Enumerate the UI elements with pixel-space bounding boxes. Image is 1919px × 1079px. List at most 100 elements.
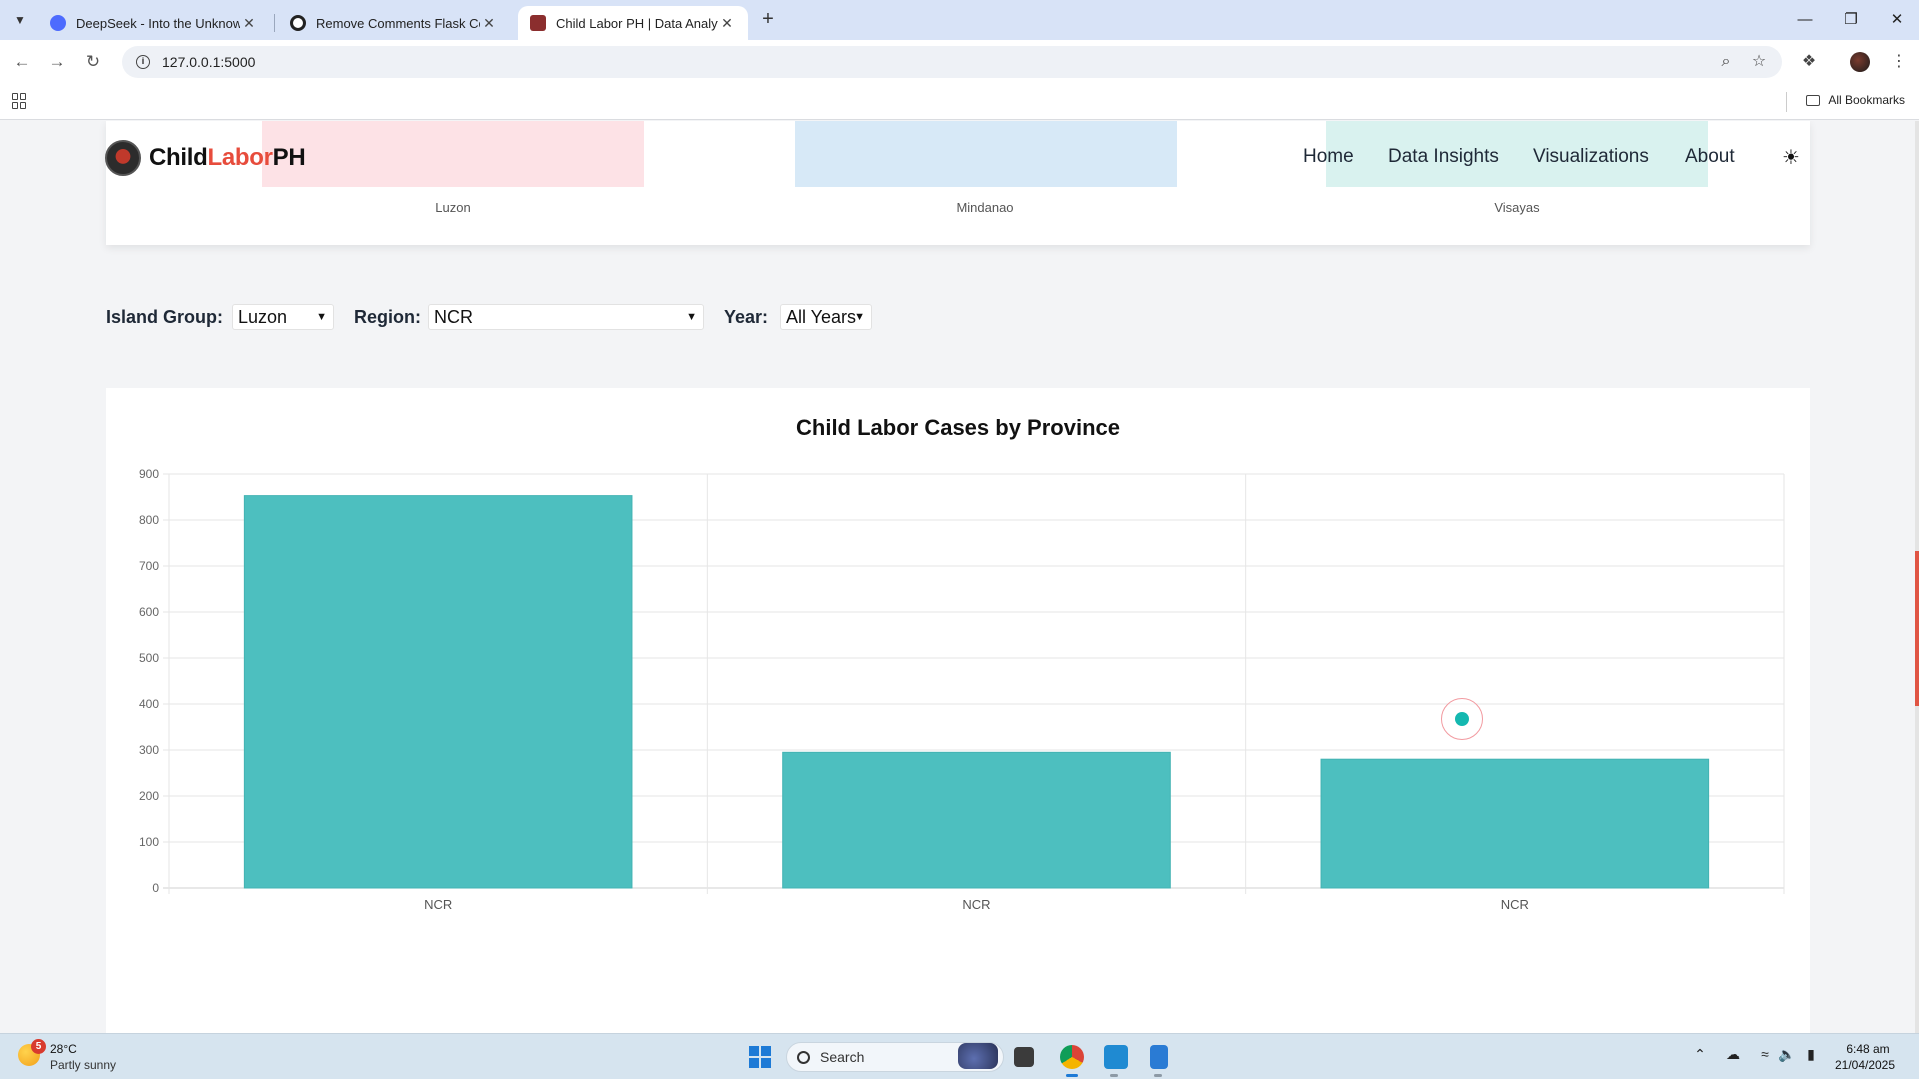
- folder-icon: [1806, 94, 1821, 106]
- wifi-icon[interactable]: ≈: [1755, 1046, 1775, 1062]
- chatgpt-favicon-icon: [290, 15, 306, 31]
- year-label: Year:: [724, 307, 769, 327]
- year-value: All Years: [786, 307, 857, 327]
- island-group-select[interactable]: Luzon ▼: [232, 304, 334, 330]
- x-tick-label: NCR: [962, 897, 990, 912]
- region-select[interactable]: NCR ▼: [428, 304, 704, 330]
- close-window-icon[interactable]: ✕: [1882, 8, 1912, 32]
- all-bookmarks-button[interactable]: All Bookmarks: [1806, 93, 1905, 107]
- vscode-running-indicator: [1110, 1074, 1118, 1077]
- browser-toolbar: ← → ↻ i 127.0.0.1:5000 ⌕ ☆ ❖ ⋮: [0, 40, 1919, 84]
- close-tab-icon[interactable]: ✕: [240, 15, 258, 32]
- vscode-taskbar-icon[interactable]: [1104, 1045, 1128, 1069]
- weather-temperature[interactable]: 28°C: [50, 1042, 77, 1056]
- chevron-down-icon: ▼: [686, 311, 697, 323]
- site-logo[interactable]: [105, 140, 141, 176]
- page-viewport: Luzon Mindanao Visayas ChildLaborPH Home…: [0, 121, 1919, 1033]
- nav-data-insights[interactable]: Data Insights: [1388, 146, 1499, 168]
- apps-grid-icon[interactable]: [12, 93, 28, 109]
- windows-taskbar: 5 28°C Partly sunny Search ⌃ ☁ ≈ 🔈 ▮ 6:4…: [0, 1033, 1919, 1079]
- bar: [782, 751, 1171, 889]
- tray-chevron-up-icon[interactable]: ⌃: [1690, 1046, 1710, 1063]
- y-tick-label: 900: [139, 467, 159, 481]
- bookmarks-divider: [1786, 92, 1787, 112]
- island-label-mindanao: Mindanao: [956, 200, 1014, 215]
- tab-search-chevron-icon[interactable]: ▼: [8, 9, 32, 31]
- search-icon: [797, 1050, 810, 1064]
- search-highlight-image[interactable]: [958, 1043, 998, 1069]
- region-value: NCR: [434, 307, 473, 327]
- island-label-visayas: Visayas: [1494, 200, 1540, 215]
- site-header: ChildLaborPH Home Data Insights Visualiz…: [0, 121, 1915, 195]
- zoom-icon[interactable]: ⌕: [1712, 46, 1740, 78]
- back-arrow-icon[interactable]: ←: [10, 50, 34, 74]
- close-tab-icon[interactable]: ✕: [718, 15, 736, 32]
- weather-description[interactable]: Partly sunny: [50, 1058, 116, 1072]
- year-select[interactable]: All Years ▼: [780, 304, 872, 330]
- close-tab-icon[interactable]: ✕: [480, 15, 498, 32]
- profile-avatar[interactable]: [1850, 52, 1870, 72]
- tab-title: Child Labor PH | Data Analytics: [556, 15, 718, 31]
- page-scrollbar[interactable]: [1915, 121, 1919, 1033]
- clock-time[interactable]: 6:48 am: [1838, 1042, 1898, 1056]
- x-tick-label: NCR: [1501, 897, 1529, 912]
- island-label-luzon: Luzon: [435, 200, 471, 215]
- y-tick-label: 600: [139, 605, 159, 619]
- minimize-window-icon[interactable]: —: [1790, 8, 1820, 32]
- site-brand[interactable]: ChildLaborPH: [149, 144, 306, 172]
- chevron-down-icon: ▼: [854, 311, 865, 323]
- x-tick-label: NCR: [424, 897, 452, 912]
- bookmarks-bar: All Bookmarks: [0, 84, 1919, 120]
- weather-badge: 5: [31, 1039, 46, 1054]
- chrome-active-indicator: [1066, 1074, 1078, 1077]
- notepad-taskbar-icon[interactable]: [1150, 1045, 1168, 1069]
- brand-text-child: Child: [149, 144, 208, 171]
- onedrive-cloud-icon[interactable]: ☁: [1723, 1046, 1743, 1063]
- tab-child-labor-ph[interactable]: Child Labor PH | Data Analytics ✕: [518, 6, 748, 40]
- reload-icon[interactable]: ↻: [81, 50, 105, 74]
- chevron-down-icon: ▼: [316, 311, 327, 323]
- island-group-value: Luzon: [238, 307, 288, 327]
- brand-text-labor: Labor: [207, 144, 273, 171]
- nav-about[interactable]: About: [1685, 146, 1735, 168]
- y-tick-label: 0: [152, 881, 159, 895]
- bar: [1320, 758, 1710, 889]
- task-view-icon[interactable]: [1014, 1047, 1034, 1067]
- tab-divider: [274, 14, 275, 32]
- childlaborph-favicon-icon: [530, 15, 546, 31]
- theme-toggle-sun-icon[interactable]: ☀: [1780, 147, 1802, 169]
- brand-text-ph: PH: [272, 144, 306, 171]
- y-tick-label: 300: [139, 743, 159, 757]
- forward-arrow-icon[interactable]: →: [45, 50, 69, 74]
- address-bar[interactable]: i 127.0.0.1:5000: [122, 46, 1782, 78]
- tab-deepseek[interactable]: DeepSeek - Into the Unknown ✕: [38, 6, 270, 40]
- tab-title: Remove Comments Flask Code: [316, 15, 480, 31]
- y-tick-label: 200: [139, 789, 159, 803]
- page-scrollbar-thumb[interactable]: [1915, 551, 1919, 706]
- chrome-taskbar-icon[interactable]: [1060, 1045, 1084, 1069]
- region-label: Region:: [354, 307, 421, 327]
- bookmark-star-icon[interactable]: ☆: [1745, 46, 1773, 78]
- y-tick-label: 500: [139, 651, 159, 665]
- all-bookmarks-label: All Bookmarks: [1828, 93, 1905, 107]
- windows-start-icon[interactable]: [749, 1046, 771, 1068]
- site-info-icon[interactable]: i: [136, 55, 150, 69]
- browser-tab-bar: ▼ DeepSeek - Into the Unknown ✕ Remove C…: [0, 0, 1919, 40]
- bar: [243, 495, 633, 889]
- nav-home[interactable]: Home: [1303, 146, 1354, 168]
- notepad-running-indicator: [1154, 1074, 1162, 1077]
- extensions-puzzle-icon[interactable]: ❖: [1797, 50, 1821, 74]
- island-group-label: Island Group:: [106, 307, 223, 327]
- nav-visualizations[interactable]: Visualizations: [1533, 146, 1649, 168]
- province-chart-card: Child Labor Cases by Province 0 100 200 300…: [106, 388, 1810, 1033]
- taskbar-search-placeholder: Search: [820, 1049, 865, 1065]
- clock-date[interactable]: 21/04/2025: [1830, 1058, 1900, 1072]
- tab-remove-comments[interactable]: Remove Comments Flask Code ✕: [278, 6, 510, 40]
- new-tab-plus-icon[interactable]: +: [756, 8, 780, 32]
- battery-icon[interactable]: ▮: [1801, 1046, 1821, 1063]
- cursor-highlight-dot: [1455, 712, 1469, 726]
- restore-window-icon[interactable]: ❐: [1836, 8, 1866, 32]
- volume-icon[interactable]: 🔈: [1777, 1046, 1797, 1063]
- browser-menu-icon[interactable]: ⋮: [1887, 50, 1911, 74]
- tab-title: DeepSeek - Into the Unknown: [76, 15, 240, 31]
